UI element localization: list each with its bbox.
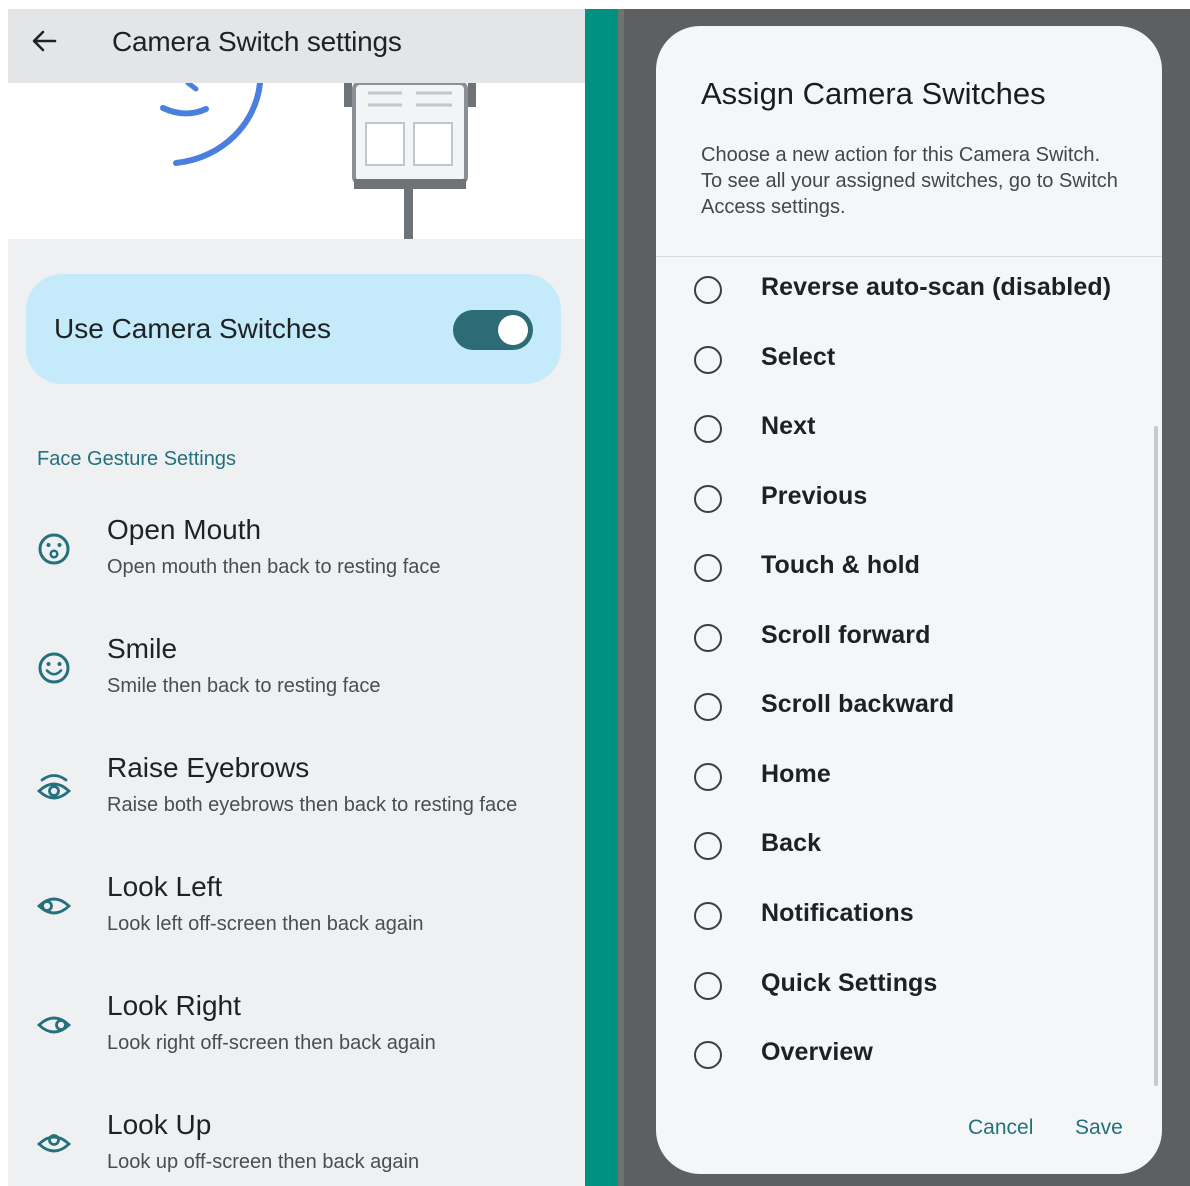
- gesture-subtitle: Raise both eyebrows then back to resting…: [107, 794, 518, 816]
- option-overview[interactable]: Overview: [656, 1028, 1162, 1084]
- dialog-scrollbar[interactable]: [1154, 426, 1158, 1086]
- radio-button[interactable]: [694, 276, 722, 304]
- back-arrow-icon[interactable]: [30, 27, 58, 55]
- gesture-item-open-mouth[interactable]: Open Mouth Open mouth then back to resti…: [8, 514, 585, 614]
- gesture-subtitle: Look up off-screen then back again: [107, 1151, 420, 1173]
- radio-button[interactable]: [694, 693, 722, 721]
- option-label: Scroll backward: [761, 690, 955, 718]
- gesture-title: Look Up: [107, 1109, 212, 1140]
- face-gesture-settings-header: Face Gesture Settings: [37, 448, 236, 470]
- gesture-title: Smile: [107, 633, 178, 664]
- option-scroll-forward[interactable]: Scroll forward: [656, 611, 1162, 667]
- gesture-item-look-left[interactable]: Look Left Look left off-screen then back…: [8, 871, 585, 971]
- gesture-subtitle: Smile then back to resting face: [107, 675, 381, 697]
- gesture-title: Raise Eyebrows: [107, 752, 310, 783]
- gesture-item-look-up[interactable]: Look Up Look up off-screen then back aga…: [8, 1109, 585, 1186]
- gesture-subtitle: Open mouth then back to resting face: [107, 556, 441, 578]
- open-mouth-face-icon: [38, 533, 70, 565]
- eye-look-up-icon: [36, 1134, 72, 1153]
- eye-look-right-icon: [36, 1016, 72, 1034]
- option-label: Quick Settings: [761, 969, 938, 997]
- radio-button[interactable]: [694, 554, 722, 582]
- option-label: Scroll forward: [761, 621, 931, 649]
- raised-eyebrow-eye-icon: [36, 774, 72, 800]
- option-home[interactable]: Home: [656, 750, 1162, 806]
- radio-button[interactable]: [694, 972, 722, 1000]
- option-label: Home: [761, 760, 831, 788]
- radio-button[interactable]: [694, 415, 722, 443]
- top-app-bar: Camera Switch settings: [8, 9, 585, 83]
- dialog-divider: [656, 256, 1162, 257]
- option-label: Previous: [761, 482, 868, 510]
- gesture-item-smile[interactable]: Smile Smile then back to resting face: [8, 633, 585, 733]
- smile-face-icon: [38, 652, 70, 684]
- page-title: Camera Switch settings: [112, 26, 402, 57]
- radio-button[interactable]: [694, 485, 722, 513]
- radio-button[interactable]: [694, 902, 722, 930]
- option-select[interactable]: Select: [656, 333, 1162, 389]
- option-next[interactable]: Next: [656, 402, 1162, 458]
- gesture-item-raise-eyebrows[interactable]: Raise Eyebrows Raise both eyebrows then …: [8, 752, 585, 852]
- dialog-description: Choose a new action for this Camera Swit…: [701, 144, 1118, 218]
- gesture-item-look-right[interactable]: Look Right Look right off-screen then ba…: [8, 990, 585, 1090]
- use-camera-switches-label: Use Camera Switches: [54, 313, 331, 344]
- phone-on-stand-illustration: [160, 83, 476, 239]
- cancel-button[interactable]: Cancel: [968, 1116, 1033, 1140]
- option-quick-settings[interactable]: Quick Settings: [656, 959, 1162, 1015]
- option-label: Next: [761, 412, 816, 440]
- radio-button[interactable]: [694, 1041, 722, 1069]
- option-label: Notifications: [761, 899, 914, 927]
- option-label: Touch & hold: [761, 551, 921, 579]
- gesture-subtitle: Look right off-screen then back again: [107, 1032, 436, 1054]
- dialog-screen-scrim: Assign Camera Switches Choose a new acti…: [624, 9, 1190, 1186]
- toggle-knob: [498, 315, 528, 345]
- option-previous[interactable]: Previous: [656, 472, 1162, 528]
- use-camera-switches-card[interactable]: Use Camera Switches: [26, 274, 561, 384]
- assign-camera-switches-dialog: Assign Camera Switches Choose a new acti…: [656, 26, 1162, 1174]
- option-label: Reverse auto-scan (disabled): [761, 273, 1112, 301]
- eye-look-left-icon: [36, 897, 72, 915]
- option-label: Select: [761, 343, 836, 371]
- option-back[interactable]: Back: [656, 819, 1162, 875]
- gesture-title: Open Mouth: [107, 514, 262, 545]
- save-button[interactable]: Save: [1075, 1116, 1123, 1140]
- option-reverse-auto-scan[interactable]: Reverse auto-scan (disabled): [656, 263, 1162, 319]
- radio-button[interactable]: [694, 832, 722, 860]
- gesture-subtitle: Look left off-screen then back again: [107, 913, 424, 935]
- gesture-title: Look Left: [107, 871, 223, 902]
- option-touch-and-hold[interactable]: Touch & hold: [656, 541, 1162, 597]
- gesture-title: Look Right: [107, 990, 241, 1021]
- radio-button[interactable]: [694, 346, 722, 374]
- option-scroll-backward[interactable]: Scroll backward: [656, 680, 1162, 736]
- radio-button[interactable]: [694, 624, 722, 652]
- use-camera-switches-toggle[interactable]: [453, 310, 533, 350]
- camera-switch-settings-screen: Camera Switch settings Use Camera Switch…: [8, 9, 585, 1186]
- dialog-title: Assign Camera Switches: [701, 76, 1046, 111]
- option-label: Back: [761, 829, 822, 857]
- divider-stripe: [585, 9, 618, 1186]
- camera-switch-illustration: [8, 83, 585, 239]
- option-label: Overview: [761, 1038, 873, 1066]
- radio-button[interactable]: [694, 763, 722, 791]
- option-notifications[interactable]: Notifications: [656, 889, 1162, 945]
